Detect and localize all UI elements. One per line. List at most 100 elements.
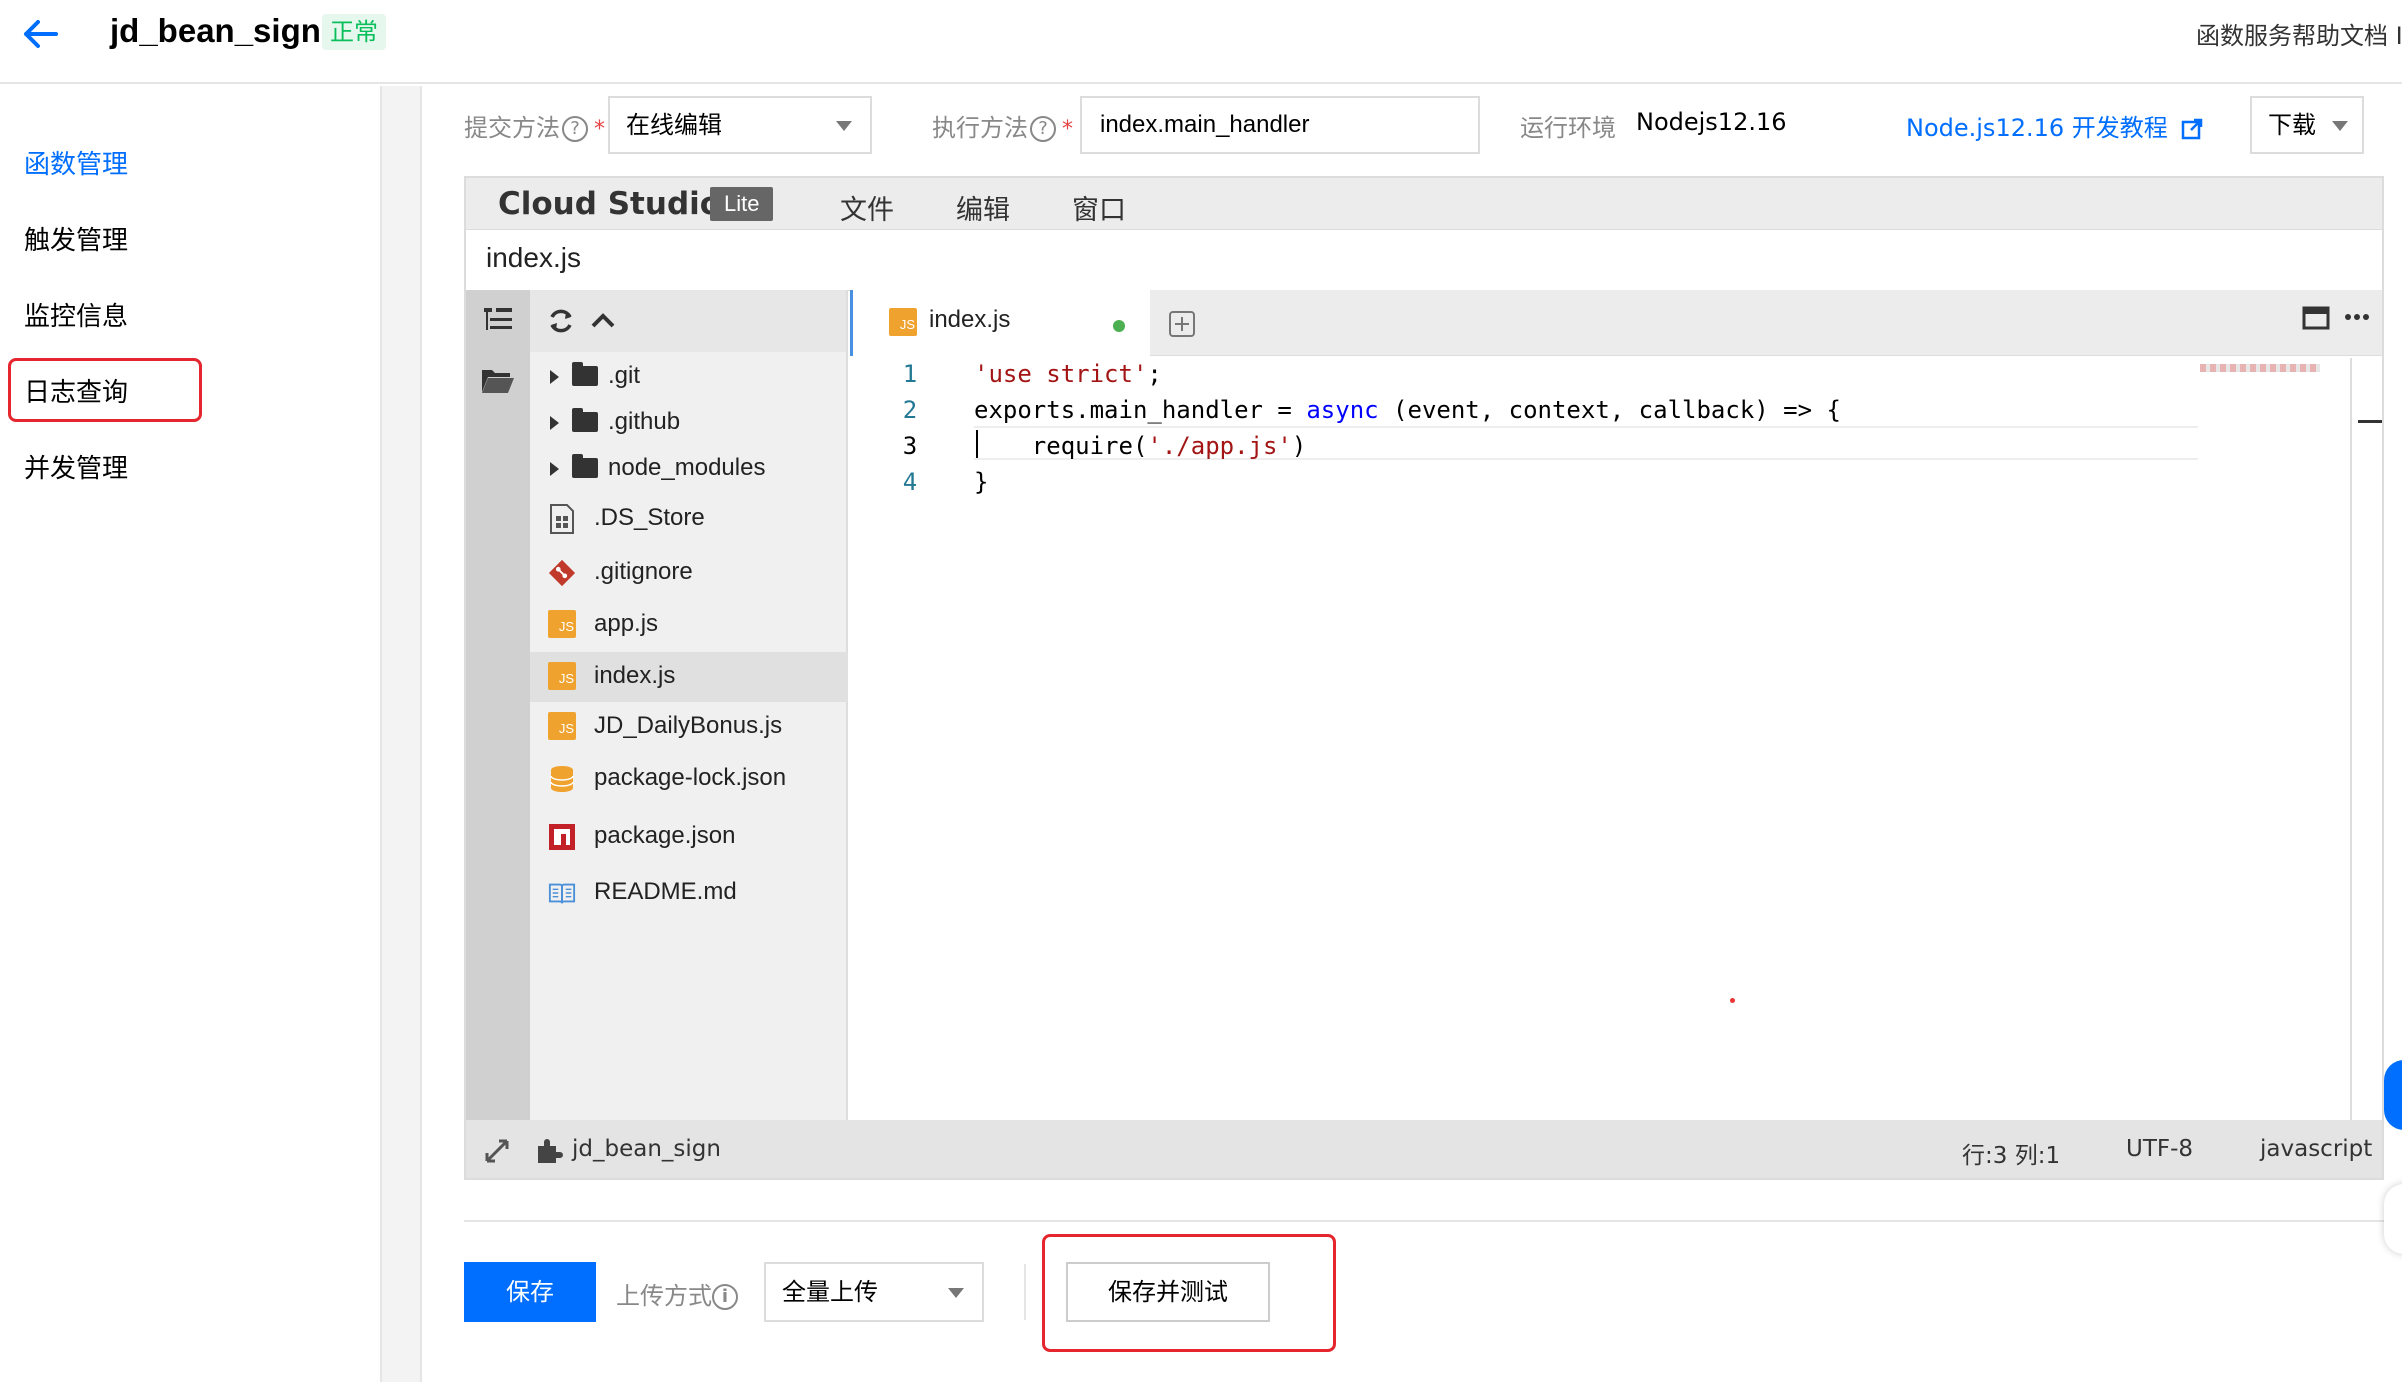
code-line-2: exports.main_handler = async (event, con… — [974, 396, 1841, 424]
line-number: 4 — [902, 468, 918, 496]
floating-action-button[interactable] — [2384, 1060, 2402, 1130]
tree-item-label: .gitignore — [594, 558, 693, 585]
tree-item-folder[interactable]: node_modules — [530, 446, 848, 492]
ide-brand: Cloud Studio — [498, 186, 722, 222]
code-line-1: 'use strict'; — [974, 360, 1162, 388]
status-cursor-position[interactable]: 行:3 列:1 — [1962, 1136, 2060, 1170]
more-options-icon[interactable] — [2344, 312, 2370, 322]
collapse-up-icon[interactable] — [590, 308, 616, 334]
tree-item-label: .github — [608, 408, 681, 435]
tree-item-label: JD_DailyBonus.js — [594, 712, 783, 739]
submit-method-select[interactable]: 在线编辑 — [608, 96, 872, 154]
code-token-string: './app.js' — [1147, 432, 1292, 460]
caret-right-icon — [550, 462, 559, 476]
divider — [1024, 1264, 1026, 1320]
refresh-icon[interactable] — [546, 306, 576, 336]
tree-item-file[interactable]: .DS_Store — [530, 496, 848, 542]
code-token-keyword: async — [1306, 396, 1379, 424]
code-line-4: } — [974, 468, 989, 496]
ide-menubar: Cloud Studio Lite 文件 编辑 窗口 — [466, 178, 2382, 230]
tree-item-file[interactable]: package-lock.json — [530, 756, 848, 802]
log-query-highlight-box — [8, 358, 202, 422]
folder-icon — [572, 362, 598, 386]
activity-bar — [466, 290, 530, 1120]
menu-window[interactable]: 窗口 — [1072, 188, 1126, 227]
tree-item-label: package.json — [594, 822, 736, 849]
folder-icon — [572, 408, 598, 432]
help-question-icon[interactable]: ? — [562, 116, 588, 142]
cursor-dot — [1730, 998, 1735, 1003]
tree-item-file[interactable]: JS JD_DailyBonus.js — [530, 704, 848, 750]
upload-method-label: 上传方式 i — [616, 1276, 738, 1311]
code-token-string: 'use strict' — [974, 360, 1148, 388]
expand-arrows-icon[interactable] — [484, 1138, 510, 1164]
upload-method-value: 全量上传 — [782, 1278, 878, 1306]
outline-tree-icon[interactable] — [482, 304, 514, 336]
code-editor[interactable]: 1 2 3 4 'use strict'; exports.main_handl… — [850, 358, 2382, 1120]
folder-open-icon[interactable] — [480, 366, 516, 396]
editor-tab-index-js[interactable]: JS index.js — [850, 290, 1150, 356]
new-tab-plus-icon[interactable] — [1168, 310, 1196, 338]
sidebar-item-concurrency[interactable]: 并发管理 — [24, 448, 128, 485]
download-label: 下载 — [2268, 111, 2316, 139]
tree-item-label: app.js — [594, 610, 659, 637]
menu-file[interactable]: 文件 — [840, 188, 894, 227]
maximize-window-icon[interactable] — [2302, 306, 2330, 330]
unsaved-dot-icon — [1113, 320, 1125, 332]
editor-scrollbar-track[interactable] — [2350, 358, 2352, 1120]
code-line-3: require('./app.js') — [974, 432, 1307, 460]
submit-method-value: 在线编辑 — [626, 111, 722, 139]
tree-item-file-selected[interactable]: JS index.js — [530, 652, 848, 702]
status-encoding[interactable]: UTF-8 — [2126, 1136, 2193, 1162]
tree-item-file[interactable]: package.json — [530, 814, 848, 860]
editor-tab-label: index.js — [929, 306, 1011, 333]
required-mark: * — [594, 117, 605, 142]
page-title: jd_bean_sign — [110, 12, 321, 49]
file-explorer: .git .github node_modules .DS_Store .git… — [530, 290, 848, 1120]
ide-status-bar: jd_bean_sign 行:3 列:1 UTF-8 javascript — [466, 1120, 2382, 1178]
js-file-icon: JS — [889, 308, 917, 336]
tree-item-file[interactable]: JS app.js — [530, 602, 848, 648]
save-button[interactable]: 保存 — [464, 1262, 596, 1322]
database-icon — [550, 766, 574, 792]
exec-method-label-text: 执行方法 — [932, 114, 1028, 142]
exec-method-label: 执行方法? * — [932, 108, 1073, 143]
back-arrow-icon[interactable] — [20, 14, 60, 54]
tree-item-file[interactable]: README.md — [530, 870, 848, 916]
folder-icon — [572, 454, 598, 478]
tree-item-label: package-lock.json — [594, 764, 787, 791]
help-doc-link[interactable]: 函数服务帮助文档 I — [2196, 16, 2402, 51]
sidebar-item-function-management[interactable]: 函数管理 — [24, 144, 128, 181]
sidebar-item-trigger-management[interactable]: 触发管理 — [24, 220, 128, 257]
line-number-active: 3 — [902, 432, 918, 460]
book-icon — [548, 883, 576, 904]
tutorial-link[interactable]: Node.js12.16 开发教程 — [1906, 108, 2203, 143]
overview-ruler-marker — [2358, 420, 2382, 423]
download-dropdown[interactable]: 下载 — [2250, 96, 2364, 154]
js-file-icon: JS — [548, 610, 576, 638]
sidebar: 函数管理 触发管理 监控信息 日志查询 并发管理 — [0, 86, 382, 1382]
status-language[interactable]: javascript — [2260, 1136, 2372, 1162]
menu-edit[interactable]: 编辑 — [956, 188, 1010, 227]
tree-item-file[interactable]: .gitignore — [530, 550, 848, 596]
divider — [464, 1220, 2402, 1222]
submit-method-label-text: 提交方法 — [464, 114, 560, 142]
tree-item-label: .git — [608, 362, 641, 389]
project-puzzle-icon — [538, 1139, 563, 1163]
tree-item-folder[interactable]: .git — [530, 354, 848, 400]
exec-method-input[interactable]: index.main_handler — [1080, 96, 1480, 154]
runtime-label: 运行环境 — [1520, 114, 1616, 142]
required-mark: * — [1062, 117, 1073, 142]
sidebar-item-monitoring[interactable]: 监控信息 — [24, 296, 128, 333]
tree-item-folder[interactable]: .github — [530, 400, 848, 446]
info-icon[interactable]: i — [712, 1284, 738, 1310]
upload-method-label-text: 上传方式 — [616, 1282, 712, 1310]
top-header: jd_bean_sign 正常 函数服务帮助文档 I — [0, 0, 2402, 84]
submit-method-label: 提交方法? * — [464, 108, 605, 143]
minimap[interactable] — [2200, 364, 2320, 372]
help-question-icon[interactable]: ? — [1030, 116, 1056, 142]
floating-secondary-button[interactable] — [2384, 1184, 2402, 1254]
upload-method-select[interactable]: 全量上传 — [764, 1262, 984, 1322]
tutorial-link-text: Node.js12.16 开发教程 — [1906, 114, 2168, 142]
editor-tab-bar: JS index.js — [850, 290, 2382, 356]
